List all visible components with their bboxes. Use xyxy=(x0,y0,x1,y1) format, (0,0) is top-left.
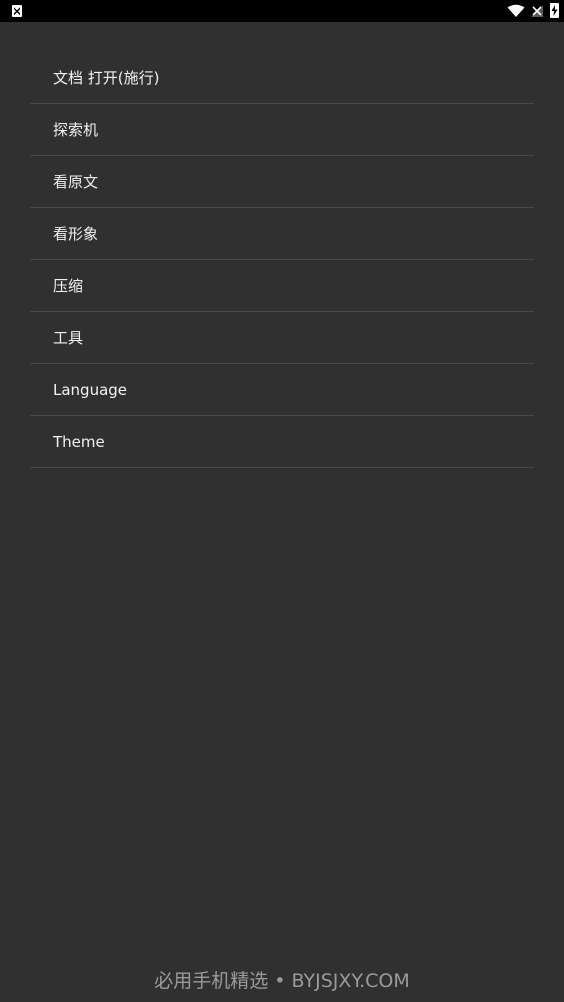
status-bar xyxy=(0,0,564,22)
menu-item-label: 看形象 xyxy=(53,225,99,243)
menu-item-label: 看原文 xyxy=(53,173,99,191)
menu-item-label: 工具 xyxy=(53,329,84,347)
app-notification-icon xyxy=(12,5,22,17)
wifi-icon xyxy=(507,4,525,17)
menu-item-label: Language xyxy=(53,380,128,399)
menu-item-tools[interactable]: 工具 xyxy=(30,312,534,364)
menu-item-open-document[interactable]: 文档 打开(施行) xyxy=(30,52,534,104)
menu-item-compress[interactable]: 压缩 xyxy=(30,260,534,312)
watermark-text: 必用手机精选 • BYJSJXY.COM xyxy=(154,970,410,992)
main-menu: 文档 打开(施行) 探索机 看原文 看形象 压缩 工具 Language The… xyxy=(30,52,534,468)
menu-item-view-source[interactable]: 看原文 xyxy=(30,156,534,208)
menu-item-theme[interactable]: Theme xyxy=(30,416,534,468)
menu-item-label: 文档 打开(施行) xyxy=(53,69,160,87)
menu-item-label: 压缩 xyxy=(53,277,84,295)
battery-charging-icon xyxy=(550,3,559,18)
menu-item-language[interactable]: Language xyxy=(30,364,534,416)
menu-item-label: 探索机 xyxy=(53,121,99,139)
menu-item-label: Theme xyxy=(53,432,105,451)
menu-item-explorer[interactable]: 探索机 xyxy=(30,104,534,156)
menu-item-view-image[interactable]: 看形象 xyxy=(30,208,534,260)
signal-icon xyxy=(531,5,543,17)
